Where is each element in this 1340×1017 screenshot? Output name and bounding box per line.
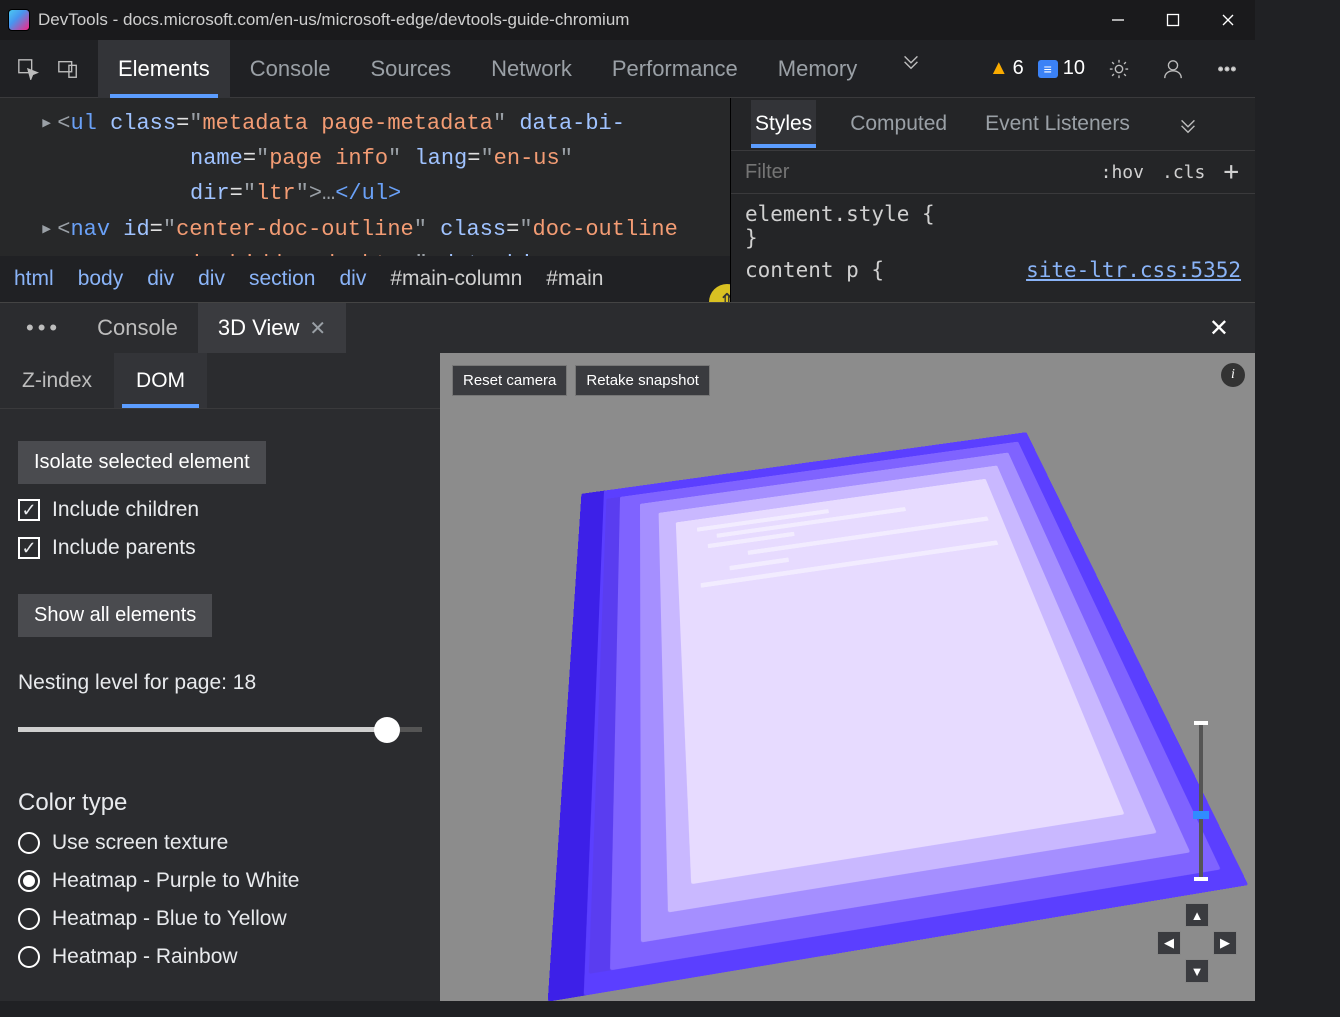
tab-console[interactable]: Console <box>230 40 351 98</box>
reset-camera-button[interactable]: Reset camera <box>452 365 567 396</box>
dom-tree[interactable]: ▸<ul class="metadata page-metadata" data… <box>0 98 730 256</box>
color-type-title: Color type <box>18 789 422 817</box>
tab-network[interactable]: Network <box>471 40 592 98</box>
app-favicon <box>8 9 30 31</box>
include-parents-checkbox[interactable]: Include parents <box>18 536 422 560</box>
styles-rules[interactable]: element.style { } content p { site-ltr.c… <box>731 194 1255 290</box>
radio-heatmap-blue-yellow[interactable]: Heatmap - Blue to Yellow <box>18 907 422 931</box>
viewport-info-icon[interactable]: i <box>1221 363 1245 387</box>
styles-pane: Styles Computed Event Listeners :hov .cl… <box>730 98 1255 302</box>
isolate-element-button[interactable]: Isolate selected element <box>18 441 266 484</box>
title-bar: DevTools - docs.microsoft.com/en-us/micr… <box>0 0 1255 40</box>
inspect-element-icon[interactable] <box>8 49 48 89</box>
styles-tab-computed[interactable]: Computed <box>846 100 951 148</box>
cls-toggle[interactable]: .cls <box>1162 162 1205 183</box>
window-title: DevTools - docs.microsoft.com/en-us/micr… <box>38 10 629 30</box>
messages-count: 10 <box>1063 57 1085 80</box>
styles-tab-event-listeners[interactable]: Event Listeners <box>981 100 1134 148</box>
drawer: ••• Console 3D View ✕ ✕ Z-index DOM Isol… <box>0 302 1255 952</box>
sidebar-tab-dom[interactable]: DOM <box>114 353 207 408</box>
include-children-checkbox[interactable]: Include children <box>18 498 422 522</box>
3d-viewport[interactable]: Reset camera Retake snapshot i <box>440 353 1255 1001</box>
drawer-tab-3dview[interactable]: 3D View ✕ <box>198 303 346 353</box>
more-tabs-chevron-icon[interactable] <box>891 40 931 80</box>
radio-label: Heatmap - Blue to Yellow <box>52 907 287 931</box>
drawer-tab-console[interactable]: Console <box>77 303 198 353</box>
crumb-div-1[interactable]: div <box>147 267 174 291</box>
new-style-rule-button[interactable]: + <box>1223 157 1239 187</box>
minimize-button[interactable] <box>1090 0 1145 40</box>
elements-pane: ▸<ul class="metadata page-metadata" data… <box>0 98 730 302</box>
radio-label: Heatmap - Purple to White <box>52 869 299 893</box>
radio-heatmap-purple-white[interactable]: Heatmap - Purple to White <box>18 869 422 893</box>
radio-label: Use screen texture <box>52 831 228 855</box>
hov-toggle[interactable]: :hov <box>1101 162 1144 183</box>
radio-icon <box>18 908 40 930</box>
pan-up-button[interactable]: ▲ <box>1185 903 1209 927</box>
radio-icon <box>18 832 40 854</box>
drawer-close-button[interactable]: ✕ <box>1193 314 1245 343</box>
drawer-tab-3dview-close-icon[interactable]: ✕ <box>309 316 326 341</box>
settings-gear-icon[interactable] <box>1099 49 1139 89</box>
rule-element-style-close: } <box>745 226 1241 250</box>
crumb-main[interactable]: #main <box>546 267 603 291</box>
include-children-label: Include children <box>52 498 199 522</box>
more-options-icon[interactable] <box>1207 49 1247 89</box>
device-emulation-icon[interactable] <box>48 49 88 89</box>
dom-3d-visualization <box>584 432 1249 996</box>
crumb-body[interactable]: body <box>78 267 124 291</box>
main-tabstrip: Elements Console Sources Network Perform… <box>0 40 1255 98</box>
tab-memory[interactable]: Memory <box>758 40 877 98</box>
upper-split: ▸<ul class="metadata page-metadata" data… <box>0 98 1255 302</box>
tab-performance[interactable]: Performance <box>592 40 758 98</box>
show-all-elements-button[interactable]: Show all elements <box>18 594 212 637</box>
drawer-sidebar: Z-index DOM Isolate selected element Inc… <box>0 353 440 1001</box>
crumb-section[interactable]: section <box>249 267 316 291</box>
zoom-slider-thumb[interactable] <box>1193 811 1209 819</box>
warnings-badge[interactable]: ▲ 6 <box>989 57 1024 80</box>
crumb-main-column[interactable]: #main-column <box>390 267 522 291</box>
profile-avatar-icon[interactable] <box>1153 49 1193 89</box>
radio-icon <box>18 946 40 968</box>
warnings-count: 6 <box>1013 57 1024 80</box>
zoom-slider[interactable] <box>1199 721 1203 881</box>
crumb-div-3[interactable]: div <box>340 267 367 291</box>
warning-triangle-icon: ▲ <box>989 57 1009 80</box>
checkbox-icon <box>18 537 40 559</box>
styles-tab-styles[interactable]: Styles <box>751 100 816 148</box>
include-parents-label: Include parents <box>52 536 196 560</box>
rule-source-link[interactable]: site-ltr.css:5352 <box>1026 258 1241 282</box>
radio-heatmap-rainbow[interactable]: Heatmap - Rainbow <box>18 945 422 969</box>
checkbox-icon <box>18 499 40 521</box>
crumb-div-2[interactable]: div <box>198 267 225 291</box>
tab-elements[interactable]: Elements <box>98 40 230 98</box>
rule-content-p: content p { <box>745 258 884 282</box>
styles-more-tabs-chevron-icon[interactable] <box>1168 104 1208 144</box>
maximize-button[interactable] <box>1145 0 1200 40</box>
radio-label: Heatmap - Rainbow <box>52 945 238 969</box>
message-icon: ≡ <box>1038 60 1058 78</box>
pan-down-button[interactable]: ▼ <box>1185 959 1209 983</box>
drawer-tabstrip: ••• Console 3D View ✕ ✕ <box>0 303 1255 353</box>
tab-sources[interactable]: Sources <box>350 40 471 98</box>
radio-icon <box>18 870 40 892</box>
sidebar-tab-zindex[interactable]: Z-index <box>0 353 114 408</box>
pan-right-button[interactable]: ▶ <box>1213 931 1237 955</box>
pan-controls: ▲ ▼ ◀ ▶ <box>1157 903 1237 983</box>
nesting-level-label: Nesting level for page: 18 <box>18 671 422 695</box>
radio-screen-texture[interactable]: Use screen texture <box>18 831 422 855</box>
styles-filter-input[interactable] <box>731 161 1085 184</box>
drawer-more-icon[interactable]: ••• <box>26 315 61 341</box>
drawer-tab-3dview-label: 3D View <box>218 315 300 341</box>
close-button[interactable] <box>1200 0 1255 40</box>
pan-left-button[interactable]: ◀ <box>1157 931 1181 955</box>
nesting-level-slider[interactable] <box>18 715 422 745</box>
slider-thumb[interactable] <box>374 717 400 743</box>
crumb-html[interactable]: html <box>14 267 54 291</box>
rule-element-style-open: element.style { <box>745 202 1241 226</box>
breadcrumbs: html body div div section div #main-colu… <box>0 256 730 302</box>
retake-snapshot-button[interactable]: Retake snapshot <box>575 365 710 396</box>
messages-badge[interactable]: ≡ 10 <box>1038 57 1085 80</box>
